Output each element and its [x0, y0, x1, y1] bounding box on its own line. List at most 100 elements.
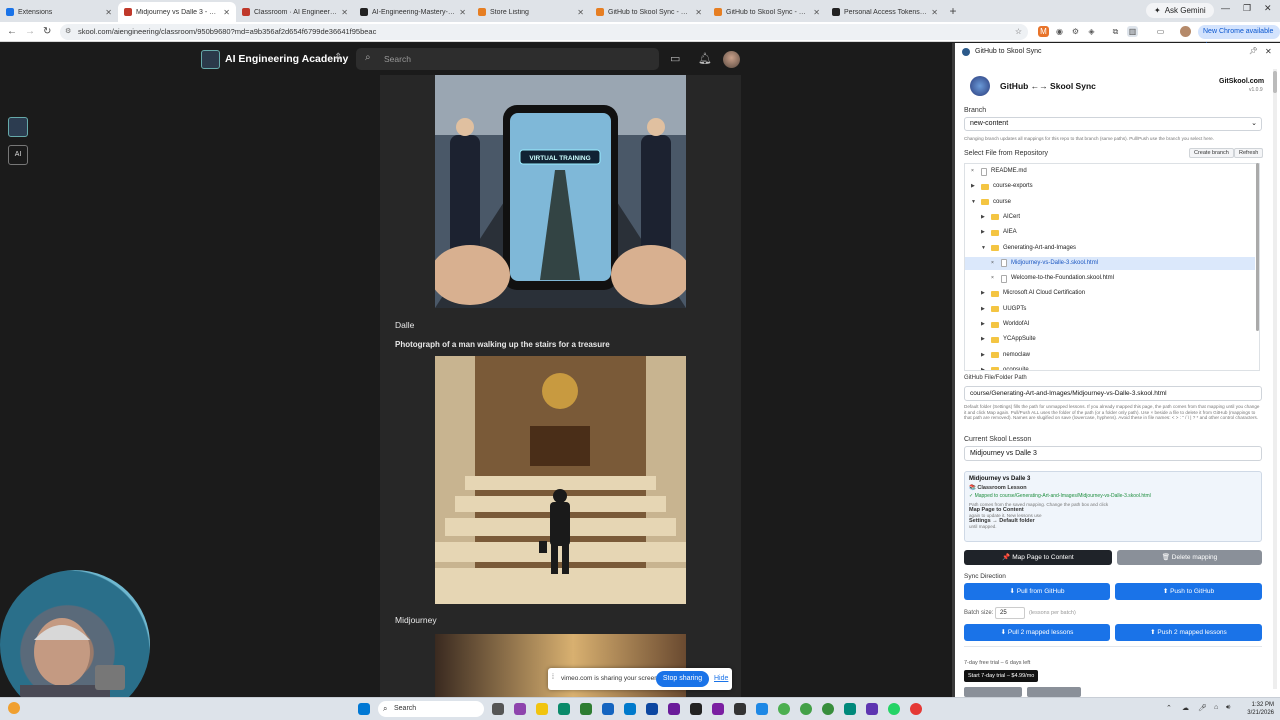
ask-gemini-button[interactable]: ✦ Ask Gemini [1146, 3, 1214, 18]
tab-close-icon[interactable]: ✕ [931, 8, 938, 17]
lesson-input[interactable]: Midjourney vs Dalle 3 [964, 446, 1262, 461]
cast-icon[interactable]: ▭ [1155, 26, 1166, 37]
bookmark-star-icon[interactable]: ☆ [1013, 26, 1024, 37]
back-icon[interactable]: ← [7, 26, 17, 37]
minimize-icon[interactable]: — [1221, 3, 1230, 13]
hide-button[interactable]: Hide [714, 675, 728, 682]
start-trial-button[interactable]: Start 7-day trial – $4.99/mo [964, 670, 1039, 682]
forward-icon[interactable]: → [25, 26, 35, 37]
tab-close-icon[interactable]: ✕ [459, 8, 466, 17]
chrome-update-button[interactable]: New Chrome available ⋮ [1198, 25, 1280, 49]
expand-toggle-icon[interactable]: ▼ [981, 242, 987, 255]
tray-mic-icon[interactable]: 🎤︎ [1198, 704, 1207, 712]
tree-folder[interactable]: ▶ UUGPTs [965, 303, 1255, 316]
chrome-icon-2[interactable] [800, 703, 812, 715]
tray-cloud-icon[interactable]: ☁ [1182, 704, 1189, 712]
pin-icon[interactable]: 📌︎ [1249, 47, 1258, 55]
vscode-icon[interactable] [624, 703, 636, 715]
expand-toggle-icon[interactable]: ▶ [981, 287, 987, 300]
browser-tab[interactable]: Midjourney vs Dalle 3 - Generati ✕ [118, 2, 236, 22]
tab-close-icon[interactable]: ✕ [695, 8, 702, 17]
terminal-icon[interactable] [690, 703, 702, 715]
site-info-icon[interactable]: ⚙ [65, 24, 71, 40]
refresh-button[interactable]: Refresh [1234, 148, 1264, 158]
extension-icon-1[interactable]: ◉ [1054, 26, 1065, 37]
clock[interactable]: 1:32 PM 3/21/2026 [1240, 701, 1274, 717]
copilot-icon[interactable] [514, 703, 526, 715]
address-bar[interactable]: ⚙ skool.com/aiengineering/classroom/950b… [60, 24, 1028, 40]
delete-file-icon[interactable]: × [991, 257, 997, 270]
tree-folder[interactable]: ▶ Microsoft AI Cloud Certification [965, 287, 1255, 300]
brand-name[interactable]: AI Engineering Academy [225, 53, 348, 65]
file-explorer-icon[interactable] [536, 703, 548, 715]
weather-icon[interactable] [8, 702, 20, 714]
community-shortcut-1[interactable] [8, 117, 28, 137]
browser-tab[interactable]: AI-Engineering-Mastery-Course ✕ [354, 2, 472, 22]
maximize-icon[interactable]: ❐ [1243, 3, 1251, 14]
app-icon-w[interactable] [734, 703, 746, 715]
extension-icon-2[interactable]: ⚙ [1070, 26, 1081, 37]
tab-close-icon[interactable]: ✕ [105, 8, 112, 17]
delete-file-icon[interactable]: × [971, 165, 977, 178]
tab-close-icon[interactable]: ✕ [577, 8, 584, 17]
expand-toggle-icon[interactable]: ▶ [981, 211, 987, 224]
tree-folder[interactable]: ▶ nemoclaw [965, 349, 1255, 362]
panel-scrollbar-thumb[interactable] [1273, 71, 1277, 93]
store-icon[interactable] [602, 703, 614, 715]
reload-icon[interactable]: ↻ [43, 26, 51, 37]
expand-toggle-icon[interactable]: ▼ [971, 196, 977, 209]
drag-handle-icon[interactable]: ⁞ [552, 674, 554, 681]
push-all-button[interactable]: ⬆ Push 2 mapped lessons [1115, 624, 1262, 641]
app-icon-b[interactable] [844, 703, 856, 715]
footer-button-1[interactable] [964, 687, 1022, 697]
user-avatar[interactable] [723, 51, 740, 68]
task-view-icon[interactable] [492, 703, 504, 715]
expand-toggle-icon[interactable]: ▶ [981, 333, 987, 346]
browser-tab[interactable]: Personal Access Tokens (Classi ✕ [826, 2, 944, 22]
excel-icon[interactable] [580, 703, 592, 715]
search-input[interactable]: ⌕ Search [356, 48, 659, 70]
tree-folder[interactable]: ▶ course-exports [965, 180, 1255, 193]
tree-folder[interactable]: ▶ oconsuite [965, 364, 1255, 370]
browser-tab[interactable]: GitHub to Skool Sync - Chrome✕ [590, 2, 708, 22]
tab-close-icon[interactable]: ✕ [223, 8, 230, 17]
create-branch-button[interactable]: Create branch [1189, 148, 1234, 158]
tree-file[interactable]: × Midjourney-vs-Dalle-3.skool.html [965, 256, 1255, 270]
tab-close-icon[interactable]: ✕ [813, 8, 820, 17]
batch-input[interactable]: 25 [995, 607, 1025, 619]
browser-tab[interactable]: Store Listing ✕ [472, 2, 590, 22]
app-icon-a[interactable] [756, 703, 768, 715]
map-page-button[interactable]: 📌 Map Page to Content [964, 550, 1112, 565]
pull-all-button[interactable]: ⬇ Pull 2 mapped lessons [964, 624, 1110, 641]
chrome-icon[interactable] [778, 703, 790, 715]
tray-volume-icon[interactable]: 🔊︎ [1226, 704, 1230, 712]
chrome-icon-3[interactable] [822, 703, 834, 715]
delete-file-icon[interactable]: × [991, 272, 997, 285]
close-window-icon[interactable]: ✕ [1264, 3, 1272, 14]
path-input[interactable]: course/Generating-Art-and-Images/Midjour… [964, 386, 1262, 401]
expand-toggle-icon[interactable]: ▶ [981, 318, 987, 331]
tree-folder[interactable]: ▶ YCAppSuite [965, 333, 1255, 346]
site-link[interactable]: GitSkool.com [1219, 78, 1264, 85]
browser-tab[interactable]: Classroom · AI Engineering (Fre✕ [236, 2, 354, 22]
tree-scrollbar[interactable] [1256, 163, 1259, 331]
taskbar-search[interactable]: ⌕ Search [378, 701, 484, 717]
outlook-icon[interactable] [646, 703, 658, 715]
stop-sharing-button[interactable]: Stop sharing [656, 671, 709, 687]
tray-chevron-icon[interactable]: ⌃ [1166, 704, 1172, 712]
profile-avatar[interactable] [1180, 26, 1191, 37]
tree-file[interactable]: × README.md [965, 165, 1255, 178]
delete-mapping-button[interactable]: 🗑 Delete mapping [1117, 550, 1262, 565]
tree-folder[interactable]: ▶ AICert [965, 211, 1255, 224]
community-shortcut-2[interactable]: AI [8, 145, 28, 165]
teams-icon[interactable] [668, 703, 680, 715]
extension-icon-3[interactable]: ◈ [1086, 26, 1097, 37]
push-button[interactable]: ⬆ Push to GitHub [1115, 583, 1262, 600]
new-tab-icon[interactable]: + [944, 2, 962, 22]
footer-button-2[interactable] [1027, 687, 1081, 697]
tray-network-icon[interactable]: ⌂ [1214, 704, 1218, 711]
tree-folder[interactable]: ▶ WorldofAI [965, 318, 1255, 331]
pull-button[interactable]: ⬇ Pull from GitHub [964, 583, 1110, 600]
whatsapp-icon[interactable] [888, 703, 900, 715]
windows-start-icon[interactable] [358, 703, 370, 715]
